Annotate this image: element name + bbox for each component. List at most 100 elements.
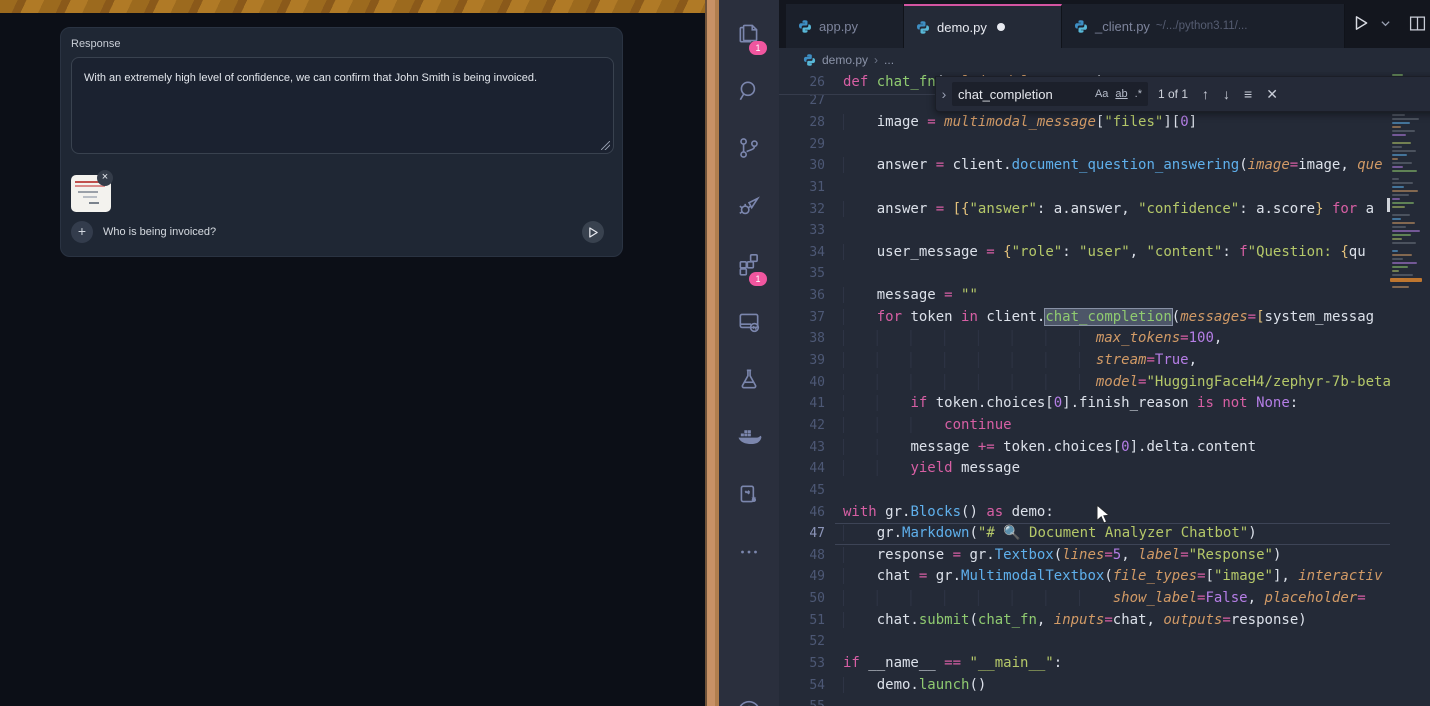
- code-line-51: 51 chat.submit(chat_fn, inputs=chat, out…: [779, 610, 1390, 632]
- line-number: 33: [779, 220, 835, 242]
- activity-badge: 1: [749, 41, 767, 55]
- line-number: 37: [779, 307, 835, 329]
- python-icon: [803, 53, 816, 67]
- code-line-41: 41 if token.choices[0].finish_reason is …: [779, 393, 1390, 415]
- activity-run-debug-button[interactable]: [719, 182, 779, 230]
- code-line-28: 28 image = multimodal_message["files"][0…: [779, 112, 1390, 134]
- breadcrumb: demo.py › ...: [779, 48, 1430, 72]
- desktop-wallpaper-gap: [705, 0, 719, 706]
- code-line-36: 36 message = "": [779, 285, 1390, 307]
- breadcrumb-separator: ›: [874, 53, 878, 67]
- code-line-45: 45: [779, 480, 1390, 502]
- modified-indicator[interactable]: [997, 23, 1005, 31]
- find-widget: › chat_completion Aa ab .* 1 of 1 ↑ ↓ ≡ …: [935, 76, 1430, 112]
- activity-search-button[interactable]: [719, 67, 779, 115]
- find-close-button[interactable]: ✕: [1266, 86, 1278, 103]
- attachment-close-button[interactable]: ×: [97, 170, 113, 186]
- line-number: 38: [779, 328, 835, 350]
- code-line-32: 32 answer = [{"answer": a.answer, "confi…: [779, 199, 1390, 221]
- code-line-40: 40 model="HuggingFaceH4/zephyr-7b-beta: [779, 372, 1390, 394]
- add-file-button[interactable]: +: [71, 221, 93, 243]
- whole-word-button[interactable]: ab: [1115, 88, 1127, 100]
- activity-extensions-button[interactable]: 1: [719, 240, 779, 288]
- breadcrumb-symbol[interactable]: ...: [884, 53, 894, 67]
- line-number: 26: [779, 72, 835, 93]
- find-expand-toggle[interactable]: ›: [936, 86, 952, 102]
- run-button[interactable]: [1352, 14, 1370, 32]
- code-editor[interactable]: 2728 image = multimodal_message["files"]…: [779, 72, 1430, 706]
- match-case-button[interactable]: Aa: [1095, 88, 1108, 100]
- code-line-46: 46with gr.Blocks() as demo:: [779, 502, 1390, 524]
- code-line-39: 39 stream=True,: [779, 350, 1390, 372]
- activity-account-button[interactable]: [719, 688, 779, 706]
- tab-_clientpy[interactable]: _client.py~/.../python3.11/...: [1062, 4, 1345, 48]
- tab-demopy[interactable]: demo.py: [904, 4, 1062, 48]
- find-input[interactable]: chat_completion Aa ab .*: [952, 82, 1148, 106]
- code-line-47: 47 gr.Markdown("# 🔍 Document Analyzer Ch…: [779, 523, 1390, 545]
- run-debug-icon: [736, 193, 762, 219]
- vscode-window: 11 app.pydemo.py_client.py~/.../python3.…: [719, 0, 1430, 706]
- find-query: chat_completion: [958, 87, 1088, 102]
- line-number: 53: [779, 653, 835, 675]
- chat-message-input[interactable]: Who is being invoiced?: [103, 226, 216, 238]
- python-icon: [798, 19, 812, 34]
- python-icon: [916, 20, 930, 35]
- find-next-button[interactable]: ↓: [1223, 86, 1230, 102]
- line-number: 42: [779, 415, 835, 437]
- line-number: 47: [779, 523, 835, 545]
- breadcrumb-file[interactable]: demo.py: [822, 53, 868, 67]
- activity-badge: 1: [749, 272, 767, 286]
- activity-remote-explorer-button[interactable]: [719, 298, 779, 346]
- send-button[interactable]: [582, 221, 604, 243]
- line-number: 30: [779, 155, 835, 177]
- line-number: 51: [779, 610, 835, 632]
- line-number: 46: [779, 502, 835, 524]
- split-editor-button[interactable]: [1409, 15, 1426, 32]
- regex-button[interactable]: .*: [1135, 88, 1142, 100]
- minimap[interactable]: [1390, 72, 1424, 706]
- code-line-49: 49 chat = gr.MultimodalTextbox(file_type…: [779, 566, 1390, 588]
- python-icon: [1074, 19, 1088, 34]
- line-number: 48: [779, 545, 835, 567]
- activity-explorer-button[interactable]: 1: [719, 9, 779, 57]
- activity-bar: 11: [719, 0, 779, 706]
- source-control-icon: [736, 135, 762, 161]
- code-line-33: 33: [779, 220, 1390, 242]
- code-line-54: 54 demo.launch(): [779, 675, 1390, 697]
- activity-testing-button[interactable]: [719, 355, 779, 403]
- line-number: 40: [779, 372, 835, 394]
- activity-source-control-button[interactable]: [719, 124, 779, 172]
- minimap-find-match-highlight: [1390, 278, 1422, 282]
- docker-icon: [735, 423, 763, 451]
- chat-panel: Response With an extremely high level of…: [60, 27, 623, 257]
- code-line-55: 55: [779, 696, 1390, 706]
- screen: Response With an extremely high level of…: [0, 0, 1430, 706]
- code-line-30: 30 answer = client.document_question_ans…: [779, 155, 1390, 177]
- response-textarea[interactable]: With an extremely high level of confiden…: [71, 57, 614, 154]
- find-results-count: 1 of 1: [1158, 87, 1188, 101]
- line-number: 55: [779, 696, 835, 706]
- tab-apppy[interactable]: app.py: [786, 4, 904, 48]
- line-number: 50: [779, 588, 835, 610]
- line-number: 32: [779, 199, 835, 221]
- search-icon: [736, 78, 762, 104]
- find-in-selection-button[interactable]: ≡: [1244, 86, 1252, 102]
- line-number: 52: [779, 631, 835, 653]
- line-number: 28: [779, 112, 835, 134]
- code-line-50: 50 show_label=False, placeholder=: [779, 588, 1390, 610]
- response-label: Response: [71, 38, 121, 50]
- line-number: 54: [779, 675, 835, 697]
- chevron-down-icon[interactable]: [1380, 18, 1391, 29]
- activity-more-button[interactable]: [719, 528, 779, 576]
- line-number: 41: [779, 393, 835, 415]
- find-previous-button[interactable]: ↑: [1202, 86, 1209, 102]
- line-number: 43: [779, 437, 835, 459]
- line-number: 35: [779, 263, 835, 285]
- resize-handle[interactable]: [601, 141, 610, 150]
- activity-docker-button[interactable]: [719, 413, 779, 461]
- response-text: With an extremely high level of confiden…: [84, 72, 537, 84]
- code-line-31: 31: [779, 177, 1390, 199]
- activity-file-gear-button[interactable]: [719, 471, 779, 519]
- send-icon: [587, 226, 600, 239]
- testing-icon: [736, 366, 762, 392]
